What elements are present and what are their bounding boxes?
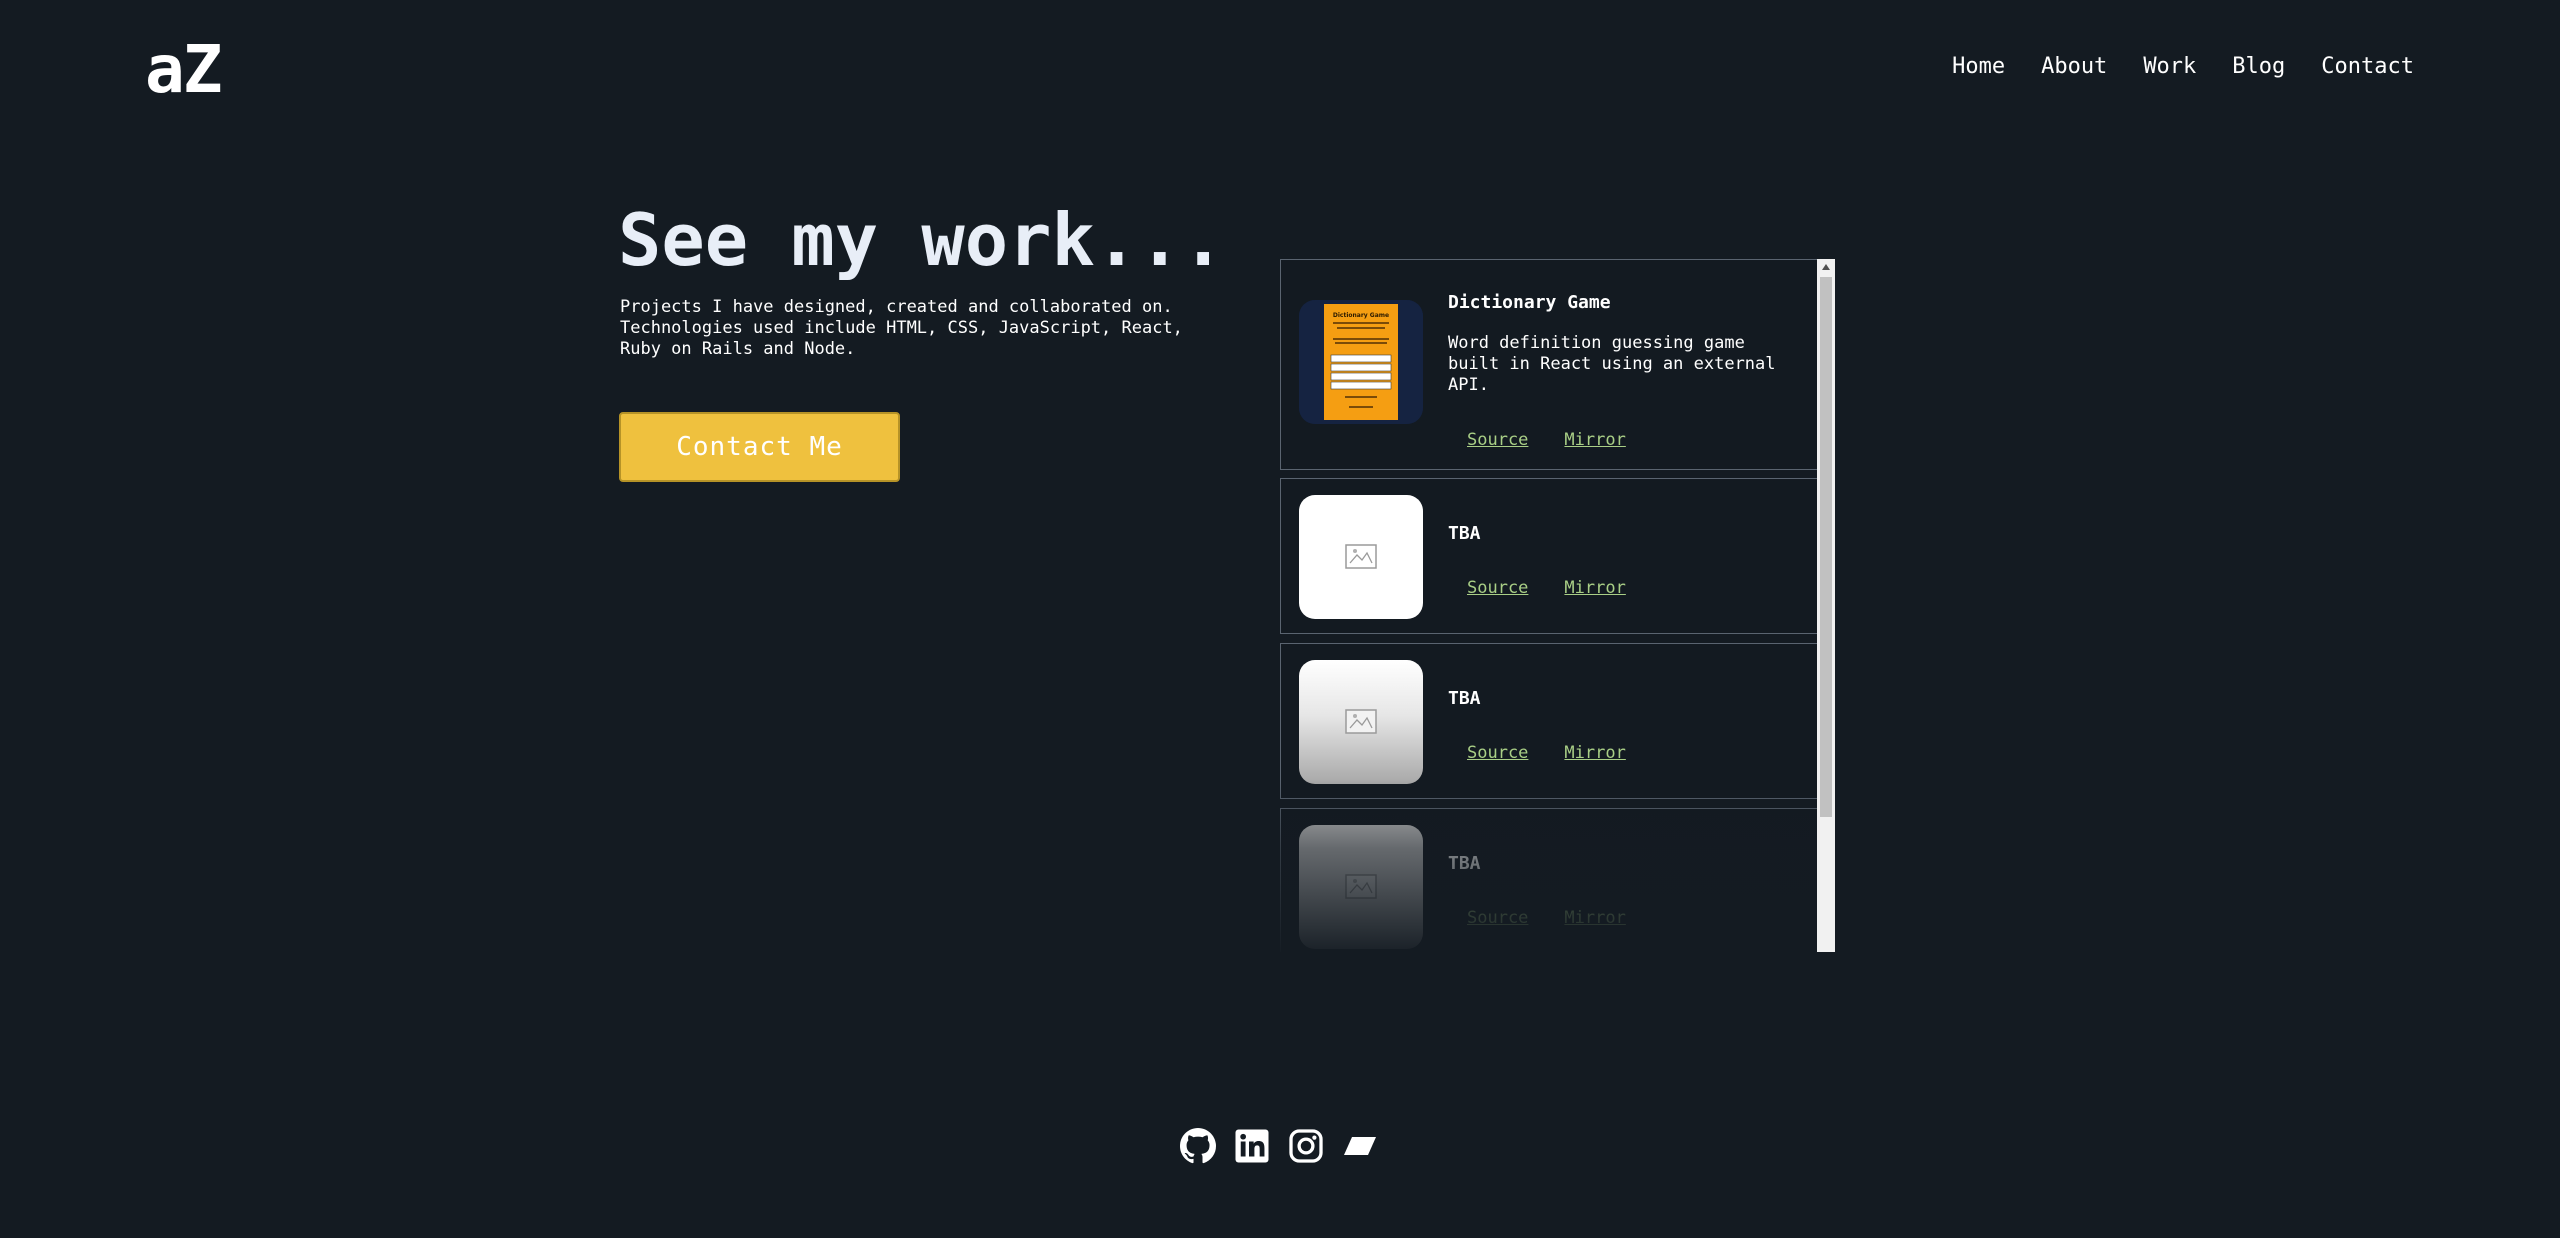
- site-logo[interactable]: aZ: [145, 28, 222, 112]
- project-title: TBA: [1448, 523, 1481, 544]
- nav-home[interactable]: Home: [1952, 50, 2005, 84]
- page-title: See my work...: [618, 198, 1225, 282]
- image-placeholder-icon: [1345, 709, 1377, 734]
- project-card: TBA Source Mirror: [1280, 808, 1819, 952]
- projects-scroll-area[interactable]: Dictionary Game Dictionary Game Word def…: [1280, 259, 1819, 952]
- image-placeholder-icon: [1345, 544, 1377, 569]
- project-links: Source Mirror: [1467, 908, 1626, 928]
- parallelogram-logo-icon[interactable]: [1342, 1128, 1378, 1164]
- project-description: Word definition guessing game built in R…: [1448, 333, 1776, 395]
- nav-blog[interactable]: Blog: [2232, 50, 2285, 84]
- project-title: TBA: [1448, 688, 1481, 709]
- mirror-link[interactable]: Mirror: [1564, 430, 1625, 450]
- projects-list[interactable]: Dictionary Game Dictionary Game Word def…: [1280, 259, 1837, 952]
- project-card: TBA Source Mirror: [1280, 643, 1819, 799]
- project-card: TBA Source Mirror: [1280, 478, 1819, 634]
- mirror-link[interactable]: Mirror: [1564, 578, 1625, 598]
- thumb-title: Dictionary Game: [1333, 312, 1389, 319]
- main-nav: Home About Work Blog Contact: [1952, 50, 2414, 84]
- source-link[interactable]: Source: [1467, 743, 1528, 763]
- project-links: Source Mirror: [1467, 743, 1626, 763]
- mirror-link[interactable]: Mirror: [1564, 908, 1625, 928]
- scrollbar-thumb[interactable]: [1820, 277, 1832, 817]
- project-title: Dictionary Game: [1448, 292, 1611, 313]
- dictionary-game-screenshot: Dictionary Game: [1299, 300, 1423, 424]
- linkedin-icon[interactable]: [1234, 1128, 1270, 1164]
- source-link[interactable]: Source: [1467, 578, 1528, 598]
- instagram-icon[interactable]: [1288, 1128, 1324, 1164]
- project-thumbnail: [1299, 495, 1423, 619]
- social-links: [1180, 1128, 1378, 1164]
- nav-about[interactable]: About: [2041, 50, 2107, 84]
- hero-description: Projects I have designed, created and co…: [620, 297, 1183, 359]
- project-thumbnail: [1299, 825, 1423, 949]
- scroll-up-arrow-icon[interactable]: [1817, 259, 1835, 275]
- mirror-link[interactable]: Mirror: [1564, 743, 1625, 763]
- source-link[interactable]: Source: [1467, 430, 1528, 450]
- project-links: Source Mirror: [1467, 578, 1626, 598]
- source-link[interactable]: Source: [1467, 908, 1528, 928]
- github-icon[interactable]: [1180, 1128, 1216, 1164]
- project-thumbnail: Dictionary Game: [1299, 300, 1423, 424]
- project-title: TBA: [1448, 853, 1481, 874]
- nav-contact[interactable]: Contact: [2321, 50, 2414, 84]
- projects-scrollbar[interactable]: [1817, 259, 1835, 952]
- project-thumbnail: [1299, 660, 1423, 784]
- nav-work[interactable]: Work: [2143, 50, 2196, 84]
- project-card: Dictionary Game Dictionary Game Word def…: [1280, 259, 1819, 470]
- contact-me-button[interactable]: Contact Me: [619, 412, 900, 482]
- image-placeholder-icon: [1345, 874, 1377, 899]
- project-links: Source Mirror: [1467, 430, 1626, 450]
